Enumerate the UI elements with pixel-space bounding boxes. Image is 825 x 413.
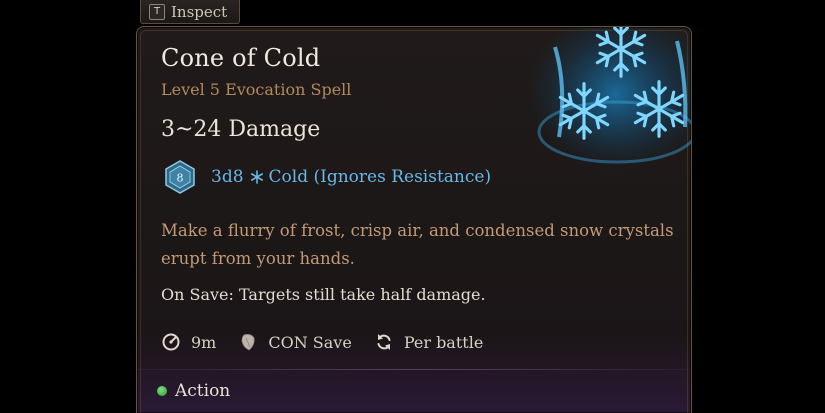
spell-level-school: Level 5 Evocation Spell bbox=[161, 80, 352, 99]
inspect-tab[interactable]: T Inspect bbox=[140, 0, 240, 24]
spell-tooltip-panel: Cone of Cold Level 5 Evocation Spell 3~2… bbox=[136, 26, 692, 413]
cold-damage-icon bbox=[250, 170, 263, 184]
action-cost-row: Action bbox=[157, 377, 230, 405]
die-face-number: 8 bbox=[177, 172, 184, 185]
action-cost-label: Action bbox=[175, 381, 231, 401]
action-resource-icon bbox=[157, 386, 167, 396]
saving-throw: CON Save bbox=[268, 332, 352, 352]
spell-stats-row: 9m CON Save Per battle bbox=[161, 327, 483, 357]
footer-divider bbox=[137, 369, 691, 370]
shield-icon bbox=[241, 334, 255, 351]
recharge-value: Per battle bbox=[403, 332, 484, 352]
inspect-label: Inspect bbox=[171, 2, 228, 21]
save-note: On Save: Targets still take half damage. bbox=[161, 285, 486, 304]
spell-description: Make a flurry of frost, crisp air, and c… bbox=[161, 221, 674, 268]
game-screen: T Inspect Cone of Cold Level 5 Evocation… bbox=[0, 0, 825, 413]
inspect-key-badge: T bbox=[149, 3, 165, 20]
damage-detail-row: 8 3d8 Cold (Ignores Resistance) bbox=[163, 160, 491, 194]
range-icon bbox=[162, 333, 180, 351]
damage-dice: 3d8 bbox=[211, 167, 244, 187]
d8-die-icon: 8 bbox=[165, 160, 195, 194]
range-value: 9m bbox=[191, 332, 217, 352]
recharge-icon bbox=[377, 334, 391, 350]
spell-name: Cone of Cold bbox=[161, 44, 321, 72]
snowflake-cone-icon bbox=[537, 27, 691, 177]
damage-summary: 3~24 Damage bbox=[161, 117, 321, 142]
damage-type: Cold (Ignores Resistance) bbox=[268, 167, 492, 187]
